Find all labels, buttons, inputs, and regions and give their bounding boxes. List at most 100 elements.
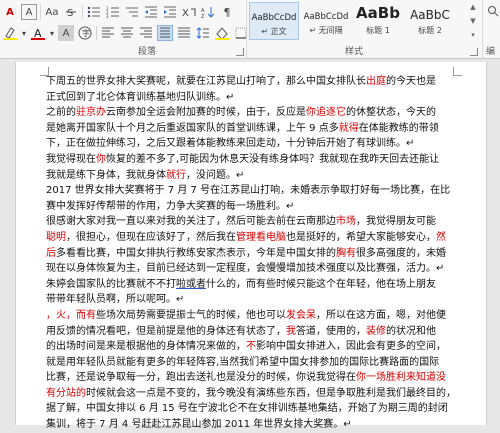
text-run: 比赛，还是说争取每一分，跑出去送礼也是没分的时候，你说我觉得在 — [46, 372, 356, 384]
document-page[interactable]: 下周五的世界女排大奖赛呢，就要在江苏昆山打响了，那么中国女排队长出庭的今天也是正… — [15, 62, 487, 430]
style-heading-1[interactable]: AaBb 标题 1 — [353, 2, 403, 40]
text-line: 是她离开国家队十个月之后重返国家队的首堂训练课，上午 9 点多就得在体能教练的带… — [46, 121, 464, 137]
increase-indent-icon[interactable] — [162, 4, 178, 20]
text-run: 正式回到了北仑体育训练基地归队训练。↵ — [46, 91, 235, 103]
text-run: 据了解，中国女排以 6 月 15 号在宁波北仑不在女排训练基地集结，开始了为期三… — [46, 403, 448, 415]
marked-text: 你追逐它 — [306, 107, 346, 119]
svg-text:3: 3 — [106, 14, 109, 18]
marked-text: 你一场胜利来知道没 — [356, 372, 446, 384]
text-highlight-icon[interactable] — [2, 25, 18, 41]
svg-text:字: 字 — [82, 28, 90, 38]
shading-icon[interactable] — [214, 25, 230, 41]
char-shading-icon[interactable]: A — [58, 25, 74, 41]
sort-icon[interactable]: AZ — [200, 4, 216, 20]
dropdown-icon[interactable]: ▾ — [21, 25, 27, 41]
font-color-a-icon[interactable]: A — [2, 4, 18, 20]
marked-text: 驻京办 — [76, 107, 106, 119]
font-row-1: A A Aa S 123 X AZ ¶ — [2, 4, 235, 20]
align-center-icon[interactable] — [119, 25, 135, 41]
document-body[interactable]: 下周五的世界女排大奖赛呢，就要在江苏昆山打响了，那么中国女排队长出庭的今天也是正… — [46, 74, 464, 433]
marked-text: 有分站的 — [46, 387, 86, 399]
change-case-icon[interactable]: Aa — [44, 4, 60, 20]
scroll-down-icon[interactable]: ▼ — [470, 16, 475, 26]
borders-icon[interactable] — [233, 25, 249, 41]
text-line: 之前的驻京办云南参加全运会附加赛的时候，由于，反应是你追逐它的休整状态，今天的 — [46, 105, 464, 121]
decrease-indent-icon[interactable] — [143, 4, 159, 20]
divider — [82, 5, 83, 19]
justify-icon[interactable] — [157, 25, 173, 41]
style-preview: AaBbCcDd — [303, 12, 349, 22]
marked-text: 管理看电脑 — [236, 231, 286, 243]
text-line: ，火，而有些场次局势需要提振士气的时候，他也可以发会呆，所以在这方面，嗯，对他便 — [46, 308, 464, 324]
text-line: 我觉得现在你恢复的差不多了,可能因为休息天没有练身体吗？我就现在我昨天回去还能让 — [46, 152, 464, 168]
marked-text: 啦或者 — [176, 278, 206, 290]
paragraph-dialog-launcher-icon[interactable] — [236, 48, 244, 56]
text-line: 用反馈的情况看吧，但是前提是他的身体还有状态了，我答道，使用的，装修的状况和他 — [46, 324, 464, 340]
text-run: 就是用年轻队员就能有更多的年轻阵容,当然我们希望中国女排参加的国际比赛路面的国际 — [46, 356, 440, 368]
text-line: 有分站的时候就会这一点是不变的，我今晚没有演练些东西，但是争取胜利是我们最终目的… — [46, 386, 464, 402]
align-right-icon[interactable] — [138, 25, 154, 41]
strikethrough-icon[interactable]: S — [63, 4, 79, 20]
style-heading-2[interactable]: AaBbC 标题 2 — [405, 2, 455, 40]
text-line: 2017 世界女排大奖赛将于 7 月 7 号在江苏昆山打响，未婚表示争取打好每一… — [46, 183, 464, 199]
styles-gallery: AaBbCcDd ↵ 正文 AaBbCcDd ↵ 无间隔 AaBb 标题 1 A… — [249, 2, 479, 42]
paragraph-group-label: 段落 — [138, 47, 157, 57]
text-run: 带带年轻队员啊，所以呢呵。↵ — [46, 294, 185, 306]
scroll-up-icon[interactable]: ▲ — [470, 2, 475, 12]
distributed-icon[interactable] — [176, 25, 192, 41]
paragraph-group: A A Aa S 123 X AZ ¶ ▾ A ▾ A 字 段落 — [0, 0, 247, 58]
marked-text: 聪明 — [46, 231, 66, 243]
text-line: 我就是练下身体，我就身体就行，没问题。↵ — [46, 168, 464, 184]
text-run: 云南参加全运会附加赛的时候，由于，反应是 — [106, 107, 306, 119]
marked-text: 装修 — [366, 325, 386, 337]
text-line: 就是用年轻队员就能有更多的年轻阵容,当然我们希望中国女排参加的国际比赛路面的国际 — [46, 355, 464, 371]
multilevel-list-icon[interactable] — [124, 4, 140, 20]
text-run: 现在以身体恢复为主，目前已经达到一定程度，会慢慢增加技术强度以及比赛强，活力。↵ — [46, 263, 445, 275]
text-run: 的出场时间是来是根据他的身体情况来做的， — [46, 341, 246, 353]
styles-group-label: 样式 — [345, 47, 364, 57]
svg-text:Z: Z — [201, 14, 205, 18]
style-normal[interactable]: AaBbCcDd ↵ 正文 — [249, 2, 299, 40]
text-run: 多看看比赛，中国女排执行教练安家杰表示，今年是中国女排的 — [56, 247, 336, 259]
text-line: 后多看看比赛，中国女排执行教练安家杰表示，今年是中国女排的胸有很多高强度的，未婚 — [46, 246, 464, 262]
text-run: 在体能教练的带领 — [358, 122, 439, 134]
marked-text: 出庭 — [366, 76, 386, 87]
svg-text:S: S — [67, 8, 73, 18]
bullets-icon[interactable] — [86, 4, 102, 20]
text-run: ，我觉得朋友可能 — [356, 216, 436, 228]
more-styles-icon[interactable]: ▾ — [471, 30, 475, 40]
text-line: 很感谢大家对我一直以来对我的关注了，然后可能去前在云南那边市场，我觉得朋友可能 — [46, 214, 464, 230]
ribbon: A A Aa S 123 X AZ ¶ ▾ A ▾ A 字 段落 AaBbCcD… — [0, 0, 500, 59]
char-border-icon[interactable]: A — [21, 4, 37, 20]
style-no-spacing[interactable]: AaBbCcDd ↵ 无间隔 — [301, 2, 351, 40]
svg-text:X: X — [182, 8, 189, 18]
style-name: ↵ 无间隔 — [309, 26, 343, 35]
text-run: 时候就会这一点是不变的，我今晚没有演练些东西，但是争取胜利是我们最终目的， — [86, 387, 456, 399]
font-color-icon[interactable]: A — [30, 25, 46, 41]
enclose-char-icon[interactable]: 字 — [77, 25, 93, 41]
line-spacing-icon[interactable] — [195, 25, 211, 41]
numbering-icon[interactable]: 123 — [105, 4, 121, 20]
marked-text: 市场 — [336, 216, 356, 228]
style-name: 标题 1 — [366, 26, 390, 35]
dropdown-icon[interactable]: ▾ — [49, 25, 55, 41]
text-line: 下周五的世界女排大奖赛呢，就要在江苏昆山打响了，那么中国女排队长出庭的今天也是 — [46, 74, 464, 90]
find-icon[interactable] — [485, 3, 500, 19]
align-left-icon[interactable] — [100, 25, 116, 41]
show-marks-icon[interactable]: ¶ — [219, 4, 235, 20]
text-line: 带带年轻队员啊，所以呢呵。↵ — [46, 292, 464, 308]
text-run: 赛中发挥好传帮带的作用，力争大奖赛的每一场胜利。↵ — [46, 200, 295, 212]
marked-text: ，火，而有 — [46, 309, 96, 321]
text-run: 些场次局势需要提振士气的时候，他也可以 — [96, 309, 286, 321]
text-run: 是她离开国家队十个月之后重返国家队的首堂训练课，上午 9 点多 — [46, 122, 339, 134]
style-preview: AaBb — [356, 4, 400, 22]
styles-scroll: ▲ ▼ ▾ — [467, 2, 479, 40]
divider — [40, 5, 41, 19]
styles-dialog-launcher-icon[interactable] — [470, 48, 478, 56]
text-line: 据了解，中国女排以 6 月 15 号在宁波北仑不在女排训练基地集结，开始了为期三… — [46, 401, 464, 417]
marked-text: 然 — [436, 231, 446, 243]
chinese-layout-icon[interactable]: X — [181, 4, 197, 20]
text-run: ，很担心，但现在应该好了，然后我在 — [66, 231, 236, 243]
style-preview: AaBbC — [410, 8, 450, 22]
text-run: 我觉得现在 — [46, 153, 96, 165]
